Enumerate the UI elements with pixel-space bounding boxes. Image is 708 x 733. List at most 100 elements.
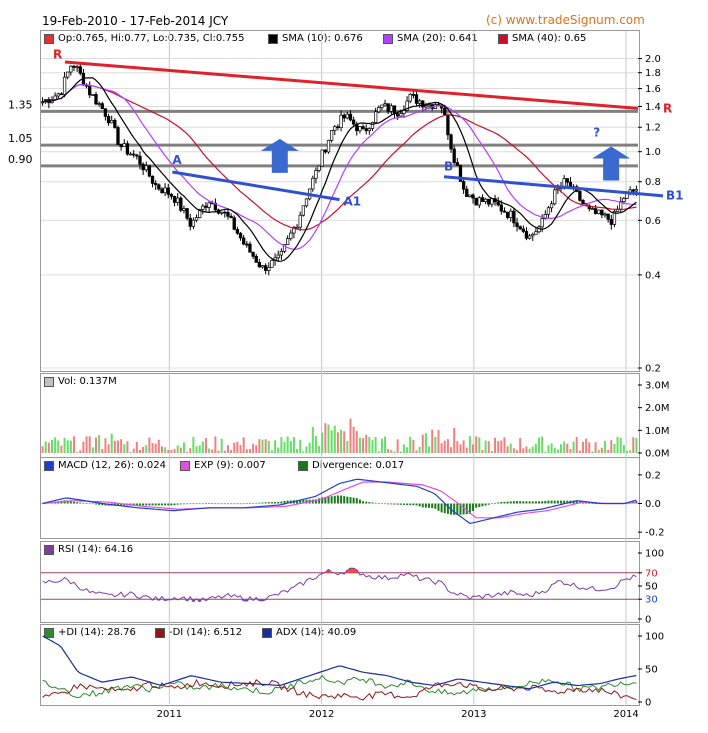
macd-divergence-bar — [248, 503, 251, 504]
macd-divergence-bar — [556, 500, 559, 504]
volume-bar — [104, 438, 107, 453]
trendline-label-r-start: R — [53, 48, 62, 62]
volume-bar — [465, 447, 468, 453]
price-candle-body — [367, 128, 371, 132]
price-candle-body — [622, 197, 626, 203]
volume-y-tick-label: 2.0M — [645, 403, 670, 414]
macd-divergence-bar — [148, 503, 151, 506]
price-candle-body — [157, 184, 161, 190]
price-y-tick-label: 1.0 — [645, 147, 661, 158]
macd-divergence-bar — [198, 503, 201, 505]
macd-divergence-bar — [478, 503, 481, 508]
macd-divergence-bar — [157, 503, 160, 506]
macd-divergence-bar — [189, 503, 192, 505]
volume-bar — [563, 441, 566, 453]
price-candle-body — [581, 200, 585, 204]
volume-bar — [98, 435, 101, 453]
price-y-tick-label: 1.8 — [645, 68, 661, 79]
macd-divergence-bar — [374, 502, 377, 504]
macd-divergence-bar — [167, 503, 170, 506]
macd-divergence-bar — [406, 503, 409, 506]
volume-bar — [142, 446, 145, 453]
price-candle-body — [191, 219, 196, 227]
macd-divergence-bar — [142, 503, 145, 506]
macd-divergence-bar — [434, 503, 437, 509]
macd-divergence-bar — [233, 503, 236, 505]
macd-divergence-bar — [547, 500, 550, 504]
price-candle-body — [128, 153, 133, 156]
macd-y-tick-label: -0.2 — [645, 528, 665, 539]
price-candle-body — [461, 181, 466, 190]
volume-bar — [550, 443, 553, 453]
volume-bar — [258, 439, 261, 453]
price-candle-body — [380, 104, 384, 108]
price-candle-body — [260, 265, 265, 268]
macd-divergence-bar — [280, 501, 283, 504]
volume-bar — [409, 436, 412, 453]
price-candle-body — [110, 119, 114, 124]
volume-bar — [208, 448, 211, 453]
volume-bar — [610, 440, 613, 453]
volume-bar — [173, 449, 176, 453]
macd-divergence-bar — [544, 500, 547, 504]
macd-divergence-bar — [343, 496, 346, 504]
volume-bar — [230, 450, 233, 453]
price-candle-body — [634, 189, 639, 192]
macd-divergence-bar — [170, 503, 173, 506]
volume-bar — [380, 438, 383, 453]
macd-divergence-bar — [538, 501, 541, 504]
trendline-label-b1: B1 — [666, 189, 684, 203]
macd-divergence-bar — [424, 503, 427, 508]
rsi-y-tick-label: 50 — [645, 582, 658, 593]
volume-bar — [302, 451, 305, 453]
macd-divergence-bar — [217, 503, 220, 505]
macd-divergence-bar — [195, 503, 198, 505]
volume-bar — [490, 450, 493, 453]
macd-divergence-bar — [220, 503, 223, 505]
volume-bar — [314, 436, 317, 453]
macd-divergence-bar — [481, 503, 484, 507]
volume-bar — [72, 436, 75, 453]
price-candle-body — [100, 103, 104, 110]
macd-divergence-bar — [390, 503, 393, 505]
price-candle-body — [62, 76, 67, 95]
volume-bar — [236, 441, 239, 453]
macd-divergence-bar — [560, 500, 563, 504]
price-y-tick-label: 1.2 — [645, 123, 661, 134]
volume-bar — [544, 451, 547, 453]
volume-bar — [428, 446, 431, 453]
volume-bar — [129, 451, 132, 453]
price-candle-body — [103, 108, 108, 117]
volume-bar — [211, 449, 214, 453]
volume-bar — [528, 448, 531, 453]
price-candle-body — [94, 94, 98, 105]
macd-divergence-bar — [192, 503, 195, 505]
volume-bar — [195, 446, 198, 453]
price-candle-body — [468, 194, 472, 197]
macd-divergence-bar — [550, 500, 553, 504]
macd-divergence-bar — [384, 503, 387, 505]
macd-divergence-bar — [399, 503, 402, 505]
macd-divergence-bar — [497, 502, 500, 504]
macd-divergence-bar — [387, 503, 390, 505]
volume-bar — [412, 439, 415, 453]
price-candle-body — [298, 214, 302, 228]
price-candle-body — [483, 198, 488, 202]
macd-divergence-bar — [211, 503, 214, 504]
volume-bar — [459, 444, 462, 453]
macd-divergence-bar — [176, 503, 179, 505]
macd-divergence-bar — [362, 501, 365, 504]
macd-divergence-bar — [277, 501, 280, 504]
price-candle-body — [364, 128, 368, 132]
volume-bar — [340, 429, 343, 453]
price-candle-body — [125, 143, 130, 155]
macd-divergence-bar — [522, 501, 525, 504]
macd-exp-line — [42, 481, 637, 519]
price-candle-body — [443, 107, 447, 116]
price-candle-body — [524, 231, 529, 239]
volume-bar — [566, 443, 569, 453]
volume-bar — [494, 437, 497, 453]
volume-bar — [308, 442, 311, 453]
trendline-label-r-end: R — [663, 101, 672, 115]
volume-bar — [481, 450, 484, 453]
